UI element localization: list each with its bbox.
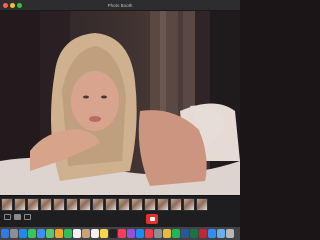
excel-icon[interactable] [190, 229, 198, 238]
photo-thumbnail[interactable] [92, 198, 104, 211]
photo-thumbnail[interactable] [144, 198, 156, 211]
chrome-icon[interactable] [163, 229, 171, 238]
photo-thumbnail[interactable] [157, 198, 169, 211]
tv-icon[interactable] [109, 229, 117, 238]
photo-thumbnail[interactable] [53, 198, 65, 211]
camera-icon [149, 217, 155, 221]
photo-thumbnail[interactable] [14, 198, 26, 211]
photo-thumbnail[interactable] [105, 198, 117, 211]
spotify-icon[interactable] [172, 229, 180, 238]
zoom-icon[interactable] [208, 229, 216, 238]
facetime-icon[interactable] [64, 229, 72, 238]
filmstrip [0, 195, 240, 227]
photos-icon[interactable] [55, 229, 63, 238]
contacts-icon[interactable] [82, 229, 90, 238]
photo-booth-window: Photo Booth [0, 0, 240, 227]
video-mode-button[interactable] [24, 214, 31, 220]
podcasts-icon[interactable] [127, 229, 135, 238]
mail-icon[interactable] [37, 229, 45, 238]
photo-thumbnail[interactable] [27, 198, 39, 211]
calendar-icon[interactable] [73, 229, 81, 238]
camera-feed-image [0, 11, 240, 195]
reminders-icon[interactable] [91, 229, 99, 238]
thumbnail-strip [1, 198, 208, 211]
launchpad-icon[interactable] [10, 229, 18, 238]
finder-icon[interactable] [1, 229, 9, 238]
photo-thumbnail[interactable] [40, 198, 52, 211]
word-icon[interactable] [181, 229, 189, 238]
record-button[interactable] [146, 214, 158, 224]
photo-booth-icon[interactable] [199, 229, 207, 238]
view-mode-controls [4, 214, 31, 220]
photo-thumbnail[interactable] [79, 198, 91, 211]
window-title: Photo Booth [107, 3, 133, 8]
photo-thumbnail[interactable] [1, 198, 13, 211]
preview-icon[interactable] [217, 229, 225, 238]
safari-icon[interactable] [19, 229, 27, 238]
trash-icon[interactable] [226, 229, 234, 238]
single-photo-mode-button[interactable] [14, 214, 21, 220]
system-preferences-icon[interactable] [154, 229, 162, 238]
dock [0, 227, 240, 240]
photo-thumbnail[interactable] [66, 198, 78, 211]
news-icon[interactable] [145, 229, 153, 238]
camera-preview [0, 11, 240, 195]
notes-icon[interactable] [100, 229, 108, 238]
burst-mode-button[interactable] [4, 214, 11, 220]
photo-thumbnail[interactable] [196, 198, 208, 211]
app-store-icon[interactable] [136, 229, 144, 238]
photo-thumbnail[interactable] [118, 198, 130, 211]
maps-icon[interactable] [46, 229, 54, 238]
photo-thumbnail[interactable] [131, 198, 143, 211]
music-icon[interactable] [118, 229, 126, 238]
title-bar[interactable]: Photo Booth [0, 0, 240, 11]
photo-thumbnail[interactable] [170, 198, 182, 211]
messages-icon[interactable] [28, 229, 36, 238]
photo-thumbnail[interactable] [183, 198, 195, 211]
